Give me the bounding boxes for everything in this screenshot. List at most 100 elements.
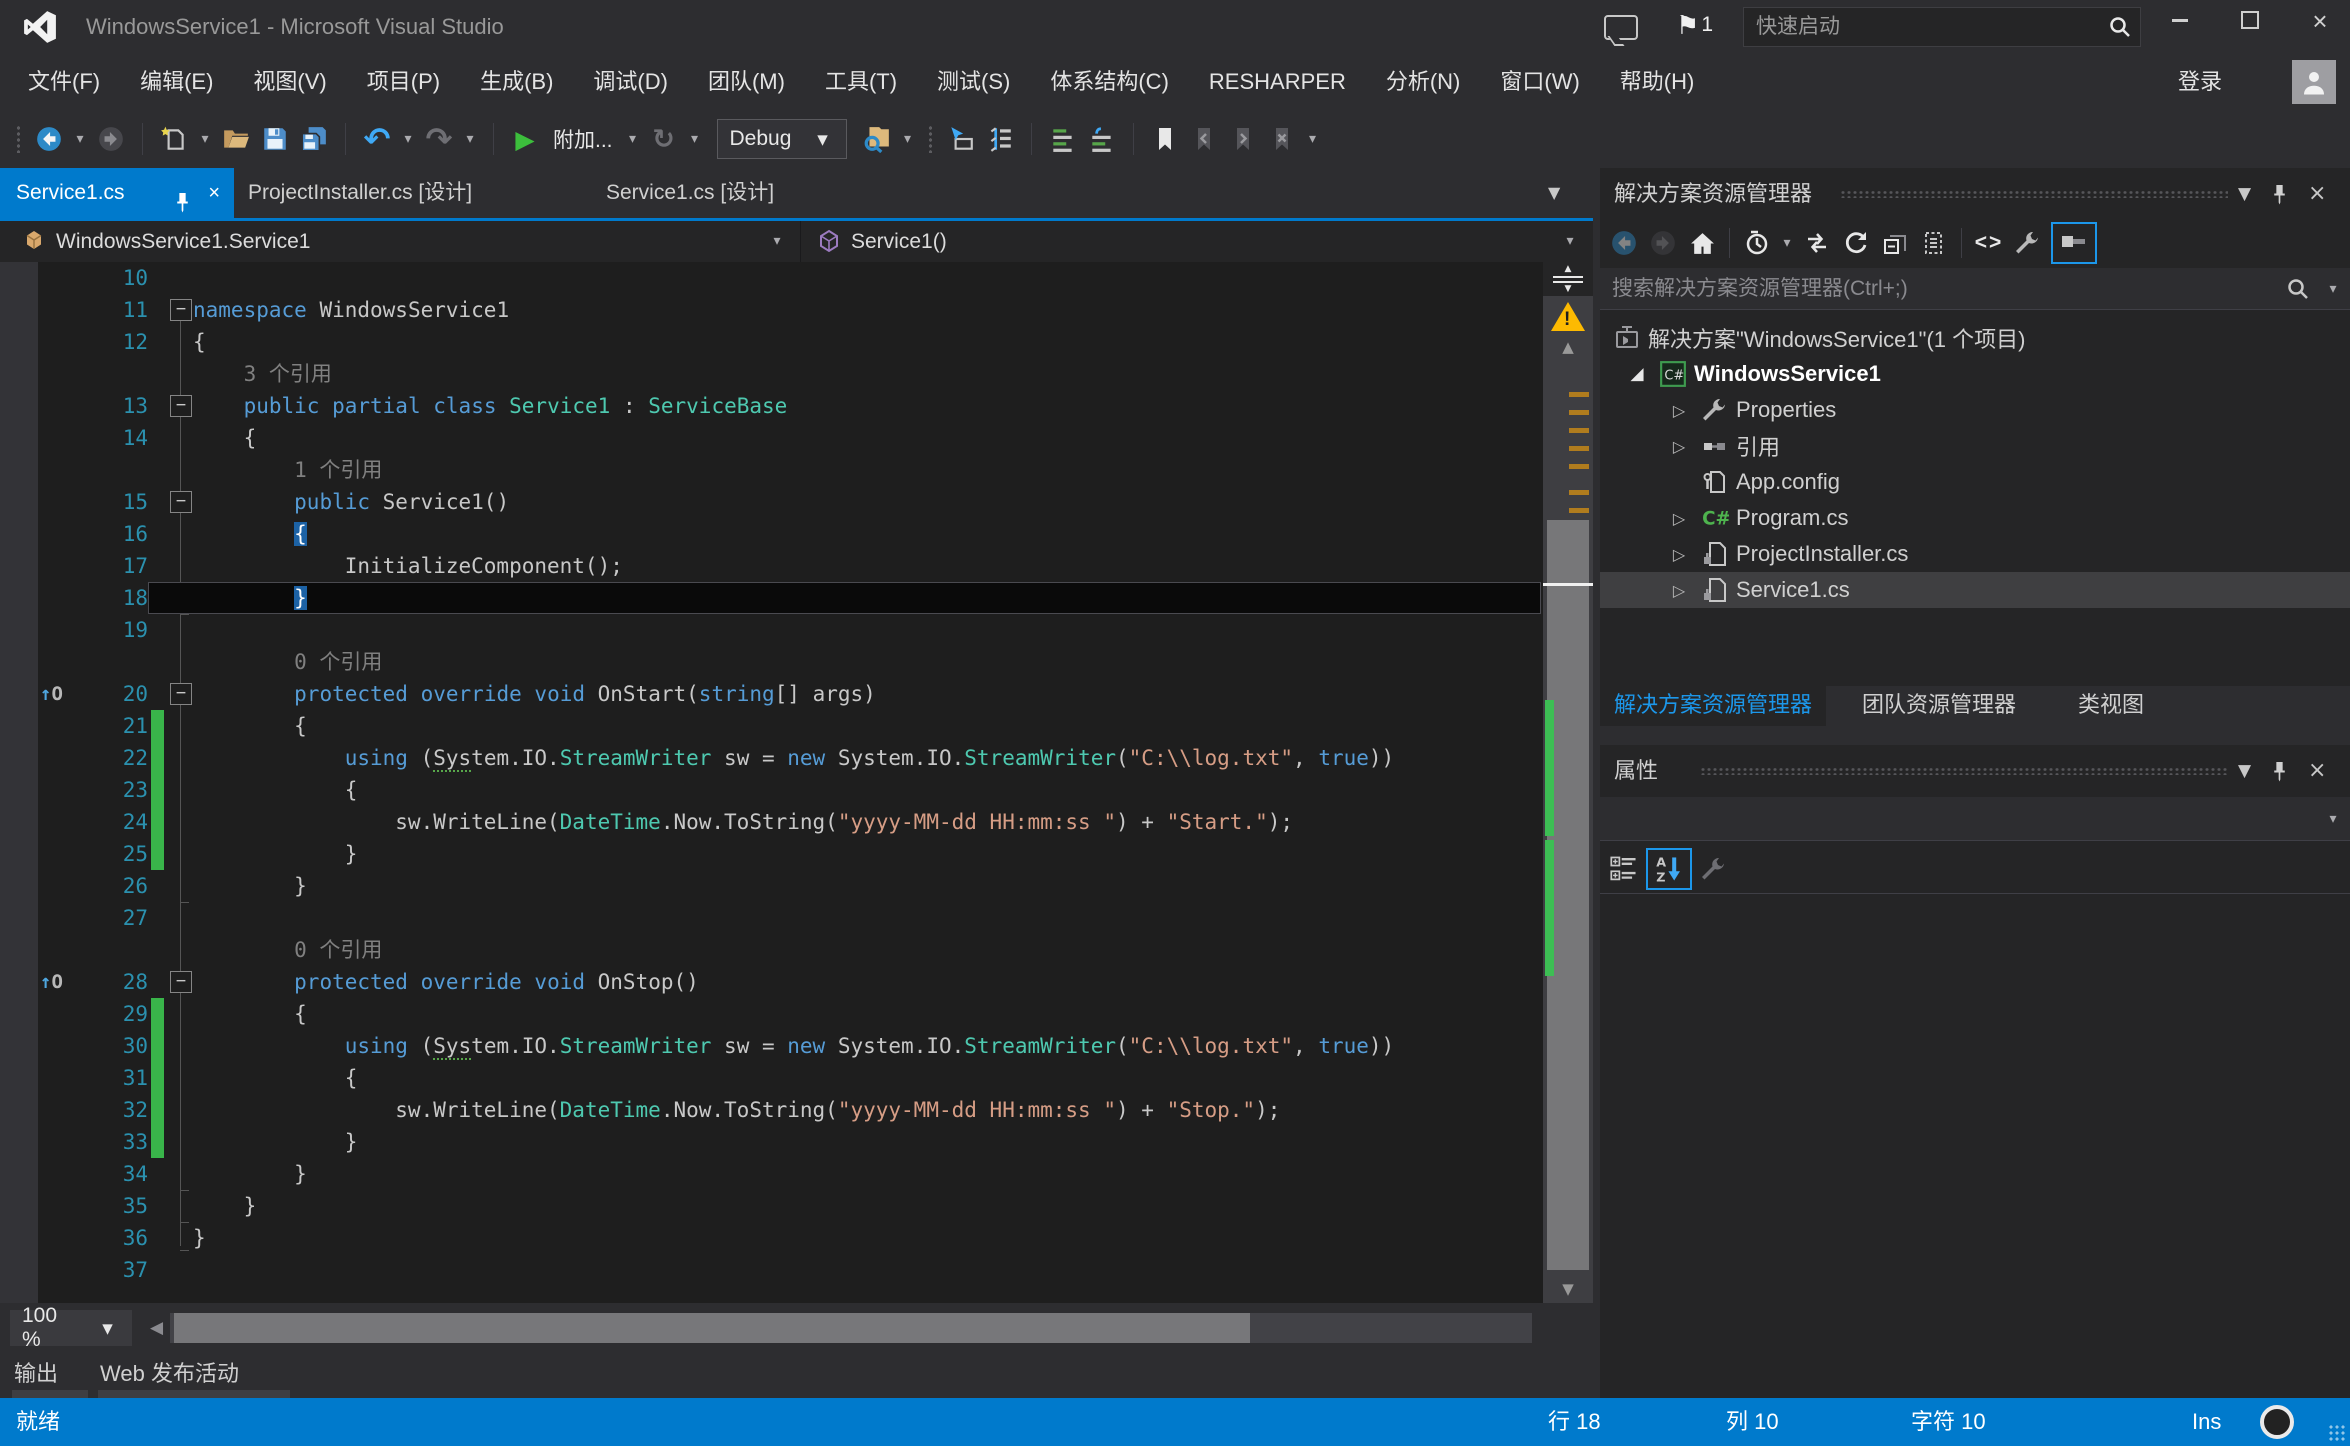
menu-item-4[interactable]: 生成(B) [460,54,573,110]
chevron-down-icon[interactable]: ▾ [688,131,702,147]
wrench-dim-icon[interactable] [1698,850,1730,888]
panel-tab-0[interactable]: 解决方案资源管理器 [1600,686,1826,726]
solution-configurations-dropdown[interactable]: Debug▾ [717,119,847,159]
tree-item--windowsservice1-1-[interactable]: 解决方案"WindowsService1"(1 个项目) [1600,320,2350,356]
refresh-icon[interactable]: ↻ [649,121,679,157]
collapse-region-icon[interactable]: − [170,491,192,513]
tree-item--[interactable]: ▷引用 [1600,428,2350,464]
menu-item-1[interactable]: 编辑(E) [120,54,233,110]
menu-item-5[interactable]: 调试(D) [573,54,688,110]
tree-item-app.config[interactable]: App.config [1600,464,2350,500]
preview-selected-icon[interactable] [2051,222,2097,264]
override-gutter-icon[interactable]: ↑O [40,678,63,710]
tab-service1-cs[interactable]: Service1.cs × [0,168,234,218]
pending-changes-icon[interactable] [1741,224,1773,262]
bookmark-clear-icon[interactable] [1267,121,1297,157]
code-editor[interactable]: 1011−namespace WindowsService112{ 3 个引用1… [0,262,1593,1303]
save-icon[interactable] [260,121,290,157]
wrench-icon[interactable] [2012,224,2044,262]
type-dropdown[interactable]: WindowsService1.Service1 ▾ [0,221,801,262]
menu-item-3[interactable]: 项目(P) [347,54,460,110]
menu-item-12[interactable]: 窗口(W) [1480,54,1599,110]
menu-item-10[interactable]: RESHARPER [1189,54,1366,110]
panel-tab-1[interactable]: 团队资源管理器 [1848,686,2030,726]
panel-tab-2[interactable]: 类视图 [2064,686,2158,726]
expand-icon[interactable]: ▷ [1662,581,1696,600]
undo-icon[interactable]: ↶ [362,121,392,157]
menu-item-11[interactable]: 分析(N) [1366,54,1481,110]
back-icon[interactable] [1608,224,1640,262]
toolbar-grip[interactable] [928,125,933,153]
expand-icon[interactable]: ▷ [1662,437,1696,456]
resharper-status-icon[interactable] [2260,1405,2294,1439]
tree-item-service1.cs[interactable]: ▷Service1.cs [1600,572,2350,608]
editor-horizontal-scrollbar[interactable] [170,1313,1532,1343]
solution-explorer-search[interactable]: 搜索解决方案资源管理器(Ctrl+;) ▾ [1600,268,2350,310]
forward-icon[interactable] [96,121,126,157]
member-dropdown[interactable]: Service1() ▾ [801,221,1593,262]
expand-icon[interactable]: ▷ [1662,509,1696,528]
sync-icon[interactable] [1801,224,1833,262]
splitter-handle-icon[interactable]: ▲ ▼ [1543,262,1593,296]
home-icon[interactable] [1686,224,1718,262]
collapse-region-icon[interactable]: − [170,299,192,321]
tab-projectinstaller-design[interactable]: ProjectInstaller.cs [设计] [234,168,586,218]
save-all-icon[interactable] [299,121,329,157]
pin-icon[interactable] [2272,168,2287,220]
collapse-region-icon[interactable]: − [170,683,192,705]
chevron-down-icon[interactable]: ▾ [626,131,640,147]
notifications-flag-icon[interactable]: ⚑1 [1676,10,1713,41]
chevron-down-icon[interactable]: ▾ [198,131,212,147]
bookmark-icon[interactable] [1150,121,1180,157]
scroll-left-icon[interactable]: ◀ [150,1313,163,1343]
menu-item-2[interactable]: 视图(V) [233,54,346,110]
close-icon[interactable]: × [2308,745,2326,797]
menu-item-8[interactable]: 测试(S) [917,54,1030,110]
chevron-down-icon[interactable]: ▾ [901,131,915,147]
menu-item-0[interactable]: 文件(F) [8,54,120,110]
view-code-icon[interactable]: <> [1973,224,2005,262]
sign-in-link[interactable]: 登录 [2178,54,2222,110]
select-cursor-icon[interactable] [946,121,976,157]
collapse-icon[interactable]: ◢ [1620,364,1654,384]
chevron-down-icon[interactable]: ▾ [1780,235,1794,251]
toolbar-grip[interactable] [16,125,21,153]
new-file-icon[interactable] [159,121,189,157]
close-icon[interactable]: × [2308,168,2326,220]
format-list-alt-icon[interactable] [1087,121,1117,157]
start-debug-icon[interactable]: ▶ [510,121,540,157]
attach-label[interactable]: 附加... [553,124,613,154]
document-outline-icon[interactable] [985,121,1015,157]
expand-icon[interactable]: ▷ [1662,401,1696,420]
scrollbar-thumb[interactable] [174,1313,1250,1343]
close-tab-icon[interactable]: × [208,168,220,218]
menu-item-13[interactable]: 帮助(H) [1600,54,1715,110]
window-position-icon[interactable]: ▼ [2238,168,2251,220]
warning-icon[interactable] [1551,302,1585,331]
override-gutter-icon[interactable]: ↑O [40,966,63,998]
collapse-region-icon[interactable]: − [170,395,192,417]
tab-service1-design[interactable]: Service1.cs [设计] [586,168,814,218]
alphabetical-icon[interactable]: AZ [1646,848,1692,890]
tree-item-windowsservice1[interactable]: ◢C#WindowsService1 [1600,356,2350,392]
close-button[interactable]: × [2296,0,2344,42]
format-list-icon[interactable] [1048,121,1078,157]
chevron-down-icon[interactable]: ▾ [73,131,87,147]
scroll-up-icon[interactable]: ▲ [1543,338,1593,356]
scroll-down-icon[interactable]: ▼ [1543,1280,1593,1298]
user-avatar-icon[interactable] [2292,60,2336,104]
expand-icon[interactable]: ▷ [1662,545,1696,564]
window-position-icon[interactable]: ▼ [2238,745,2251,797]
menu-item-7[interactable]: 工具(T) [805,54,917,110]
chevron-down-icon[interactable]: ▾ [401,131,415,147]
tab-list-dropdown-icon[interactable]: ▼ [1548,168,1560,218]
bookmark-prev-icon[interactable] [1189,121,1219,157]
bookmark-next-icon[interactable] [1228,121,1258,157]
redo-icon[interactable]: ↷ [424,121,454,157]
refresh-circ-icon[interactable] [1840,224,1872,262]
chevron-down-icon[interactable]: ▾ [1306,131,1320,147]
feedback-icon[interactable] [1604,15,1638,40]
categorized-icon[interactable] [1608,850,1640,888]
show-all-files-icon[interactable] [1918,224,1950,262]
menu-item-9[interactable]: 体系结构(C) [1030,54,1189,110]
